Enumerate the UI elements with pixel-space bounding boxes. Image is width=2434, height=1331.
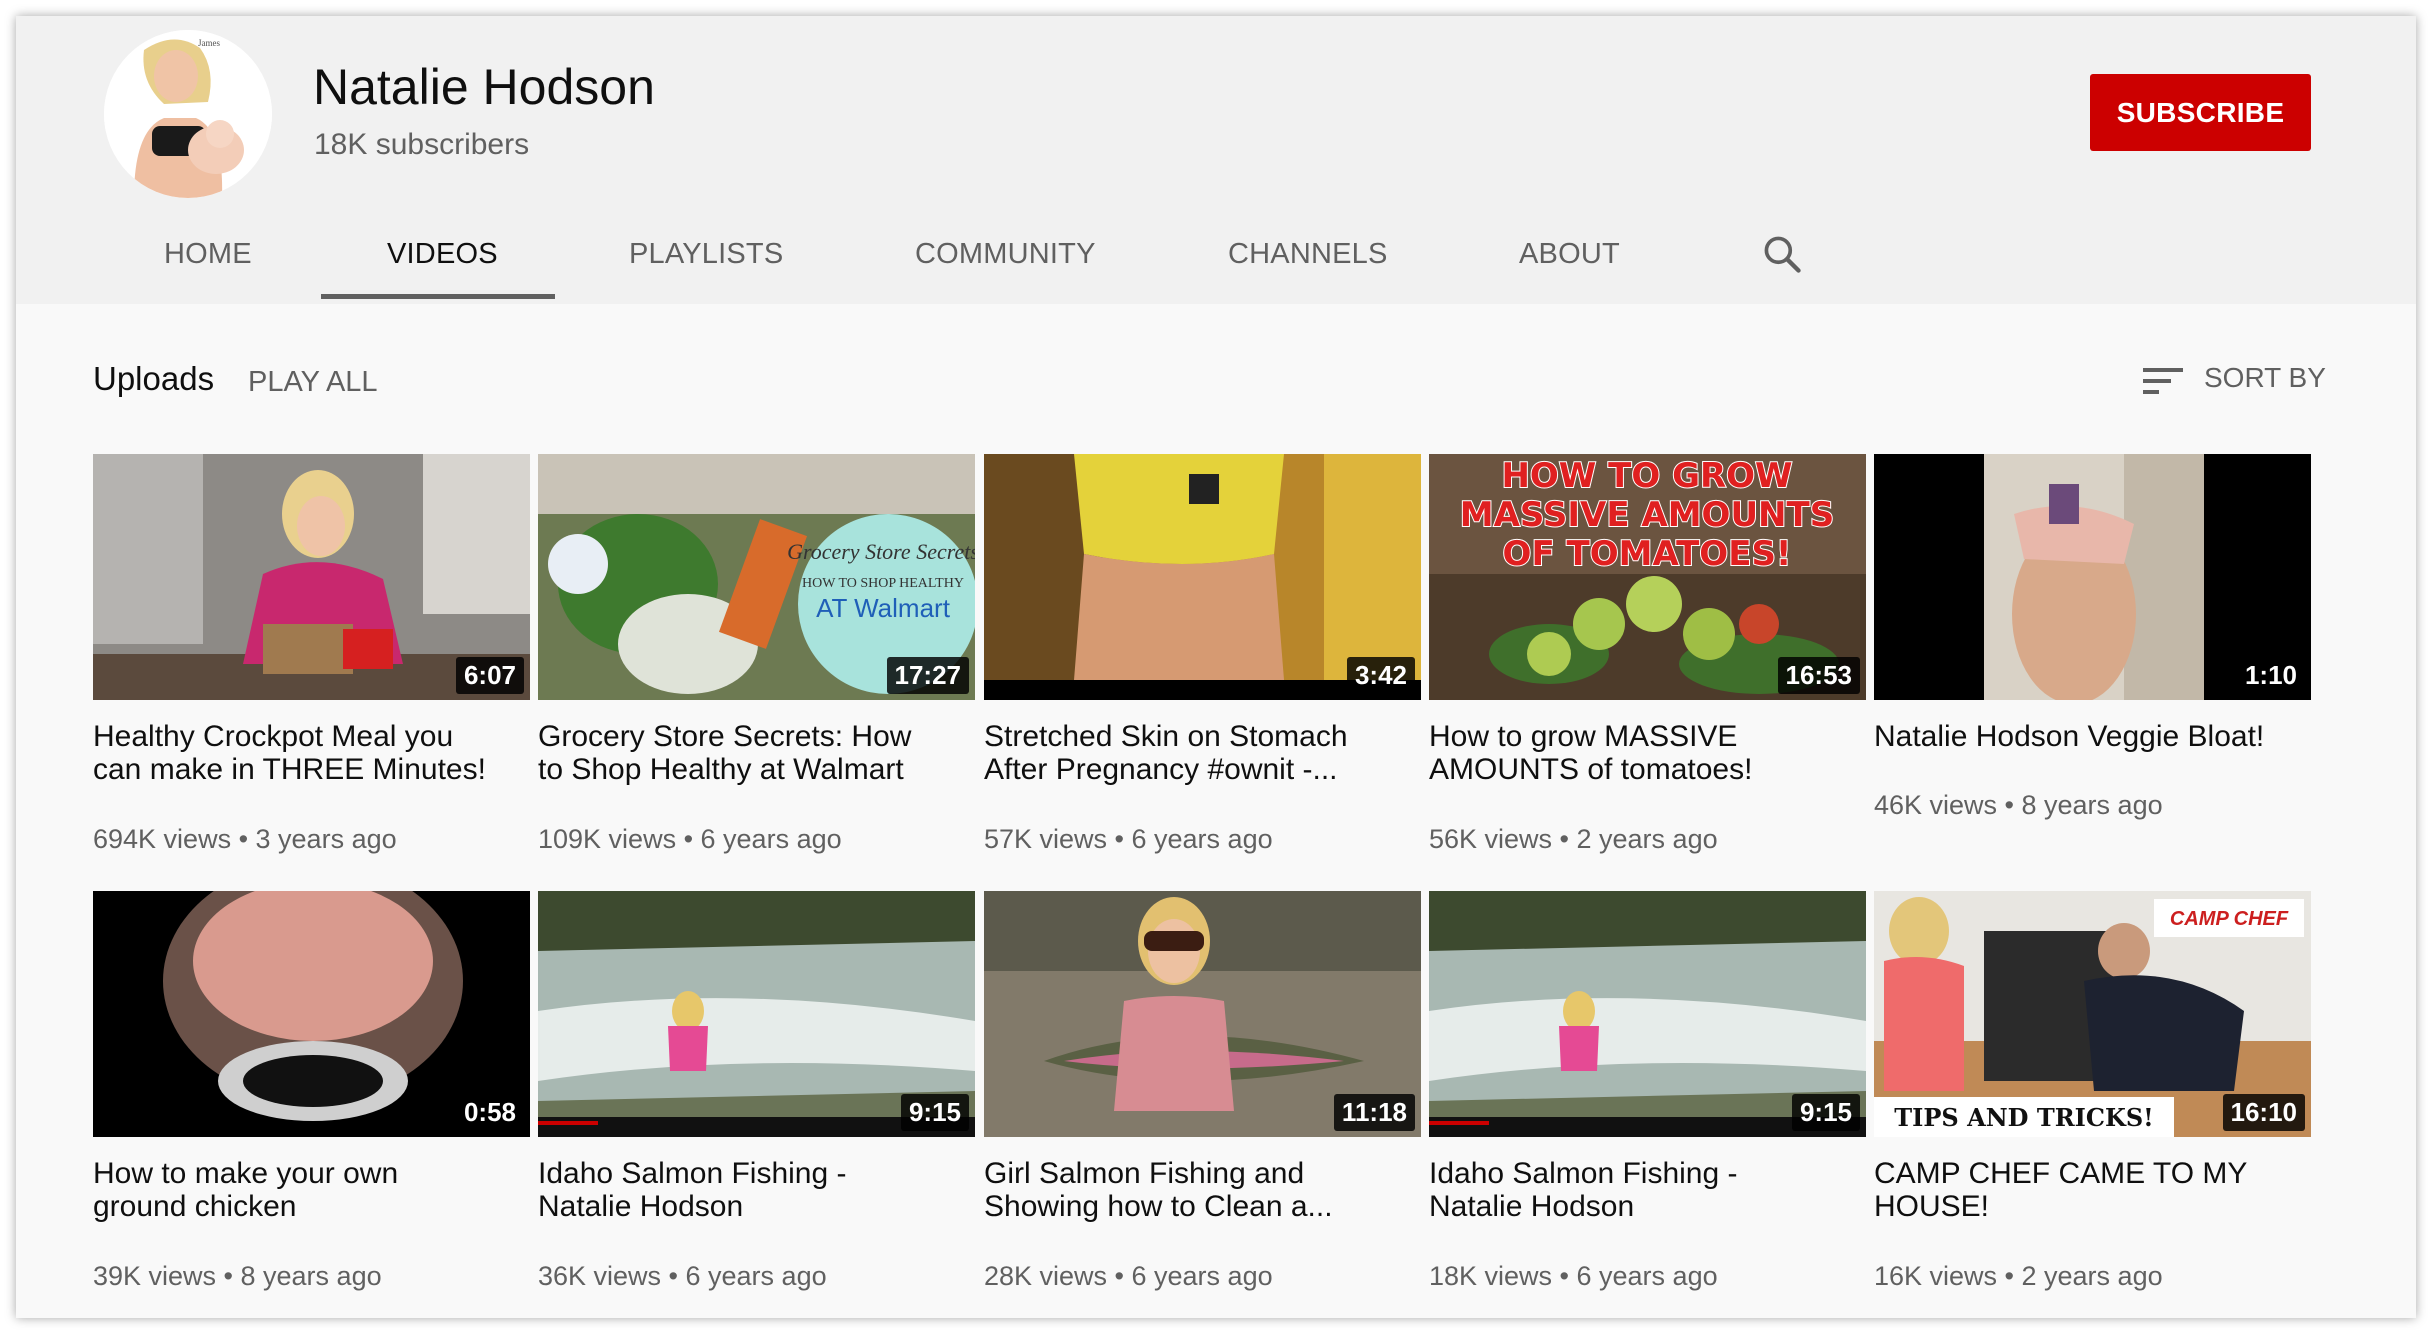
video-title-line: can make in THREE Minutes! [93,753,486,786]
thumb-text: HOW TO GROW [1501,456,1792,496]
video-duration: 9:15 [1791,1094,1860,1131]
video-title-line: AMOUNTS of tomatoes! [1429,753,1753,786]
video-duration: 11:18 [1333,1094,1415,1131]
thumb-text: CAMP CHEF [2170,908,2289,930]
video-title[interactable]: CAMP CHEF CAME TO MY HOUSE! [1874,1157,2311,1223]
video-card[interactable]: 9:15 Idaho Salmon Fishing - Natalie Hods… [538,891,975,1301]
subscribe-button[interactable]: SUBSCRIBE [2090,74,2311,151]
thumb-text: OF TOMATOES! [1503,534,1792,574]
video-meta: 57K views • 6 years ago [984,824,1273,854]
video-thumbnail[interactable]: CAMP CHEF TIPS AND TRICKS! 16:10 [1874,891,2311,1137]
thumb-text: TIPS AND TRICKS! [1894,1103,2153,1132]
sort-icon[interactable] [2143,366,2185,396]
tab-about[interactable]: ABOUT [1519,238,1620,271]
video-title-line: Girl Salmon Fishing and [984,1157,1305,1190]
video-title[interactable]: Girl Salmon Fishing and Showing how to C… [984,1157,1421,1223]
video-duration: 17:27 [886,657,969,694]
video-title-line: CAMP CHEF CAME TO MY [1874,1157,2248,1190]
video-title-line: Healthy Crockpot Meal you [93,720,454,753]
video-thumbnail[interactable]: Grocery Store Secrets HOW TO SHOP HEALTH… [538,454,975,700]
video-thumbnail[interactable]: 0:58 [93,891,530,1137]
video-meta: 56K views • 2 years ago [1429,824,1718,854]
video-meta: 28K views • 6 years ago [984,1261,1273,1291]
video-title-line: to Shop Healthy at Walmart [538,753,904,786]
tab-videos[interactable]: VIDEOS [387,238,498,271]
video-meta: 694K views • 3 years ago [93,824,397,854]
video-duration: 16:10 [2222,1094,2305,1131]
video-duration: 6:07 [455,657,524,694]
tab-community[interactable]: COMMUNITY [915,238,1096,271]
channel-avatar[interactable]: James [104,30,272,198]
video-card[interactable]: 9:15 Idaho Salmon Fishing - Natalie Hods… [1429,891,1866,1301]
sort-by-button[interactable]: SORT BY [2204,362,2326,394]
video-title-line: Idaho Salmon Fishing - [1429,1157,1738,1190]
tab-channels[interactable]: CHANNELS [1228,238,1388,271]
play-all-button[interactable]: PLAY ALL [248,366,378,399]
video-duration: 3:42 [1346,657,1415,694]
subscriber-count: 18K subscribers [314,128,530,161]
video-thumbnail[interactable]: 6:07 [93,454,530,700]
video-duration: 16:53 [1777,657,1860,694]
tab-playlists[interactable]: PLAYLISTS [629,238,783,271]
video-meta: 18K views • 6 years ago [1429,1261,1718,1291]
video-title-line: Grocery Store Secrets: How [538,720,912,753]
video-card[interactable]: Grocery Store Secrets HOW TO SHOP HEALTH… [538,454,975,864]
video-thumbnail[interactable]: 3:42 [984,454,1421,700]
video-card[interactable]: HOW TO GROW MASSIVE AMOUNTS OF TOMATOES!… [1429,454,1866,864]
video-title-line: Natalie Hodson Veggie Bloat! [1874,720,2265,753]
video-card[interactable]: 0:58 How to make your own ground chicken… [93,891,530,1301]
video-meta: 16K views • 2 years ago [1874,1261,2163,1291]
thumb-text: AT Walmart [816,593,951,623]
video-title-line: Natalie Hodson [1429,1190,1635,1223]
video-title-line: ground chicken [93,1190,297,1223]
video-card[interactable]: CAMP CHEF TIPS AND TRICKS! 16:10 CAMP CH… [1874,891,2311,1301]
video-meta: 46K views • 8 years ago [1874,790,2163,820]
video-thumbnail[interactable]: 11:18 [984,891,1421,1137]
thumb-text: MASSIVE AMOUNTS [1460,495,1834,535]
video-card[interactable]: 3:42 Stretched Skin on Stomach After Pre… [984,454,1421,864]
video-meta: 36K views • 6 years ago [538,1261,827,1291]
video-title[interactable]: Idaho Salmon Fishing - Natalie Hodson [1429,1157,1866,1223]
avatar-image: James [104,30,272,198]
video-card[interactable]: 1:10 Natalie Hodson Veggie Bloat! 46K vi… [1874,454,2311,864]
video-duration: 0:58 [455,1094,524,1131]
video-title-line: HOUSE! [1874,1190,1990,1223]
channel-header: James Natalie Hodson 18K subscribers SUB… [16,16,2416,304]
tab-home[interactable]: HOME [164,238,252,271]
video-title-line: Stretched Skin on Stomach [984,720,1348,753]
video-title[interactable]: How to grow MASSIVE AMOUNTS of tomatoes! [1429,720,1866,786]
video-thumbnail[interactable]: HOW TO GROW MASSIVE AMOUNTS OF TOMATOES!… [1429,454,1866,700]
video-title-line: How to make your own [93,1157,399,1190]
video-duration: 9:15 [900,1094,969,1131]
video-thumbnail[interactable]: 9:15 [538,891,975,1137]
video-card[interactable]: 11:18 Girl Salmon Fishing and Showing ho… [984,891,1421,1301]
video-duration: 1:10 [2236,657,2305,694]
video-title[interactable]: Stretched Skin on Stomach After Pregnanc… [984,720,1421,786]
video-card[interactable]: 6:07 Healthy Crockpot Meal you can make … [93,454,530,864]
video-title[interactable]: Idaho Salmon Fishing - Natalie Hodson [538,1157,975,1223]
video-title-line: Showing how to Clean a... [984,1190,1333,1223]
channel-page: James Natalie Hodson 18K subscribers SUB… [16,16,2416,1318]
video-title-line: After Pregnancy #ownit -... [984,753,1338,786]
video-thumbnail[interactable]: 1:10 [1874,454,2311,700]
video-title[interactable]: Grocery Store Secrets: How to Shop Healt… [538,720,975,786]
video-title-line: How to grow MASSIVE [1429,720,1738,753]
section-title: Uploads [93,360,215,397]
video-thumbnail[interactable]: 9:15 [1429,891,1866,1137]
video-title-line: Idaho Salmon Fishing - [538,1157,847,1190]
video-title[interactable]: How to make your own ground chicken [93,1157,530,1223]
thumb-text: Grocery Store Secrets [787,539,975,564]
avatar-watermark: James [198,38,220,48]
video-meta: 109K views • 6 years ago [538,824,842,854]
video-title[interactable]: Healthy Crockpot Meal you can make in TH… [93,720,530,786]
search-icon[interactable] [1760,232,1804,276]
channel-name: Natalie Hodson [313,59,655,115]
video-title[interactable]: Natalie Hodson Veggie Bloat! [1874,720,2311,753]
thumb-text: HOW TO SHOP HEALTHY [802,576,964,591]
active-tab-indicator [321,294,555,299]
video-meta: 39K views • 8 years ago [93,1261,382,1291]
video-title-line: Natalie Hodson [538,1190,744,1223]
